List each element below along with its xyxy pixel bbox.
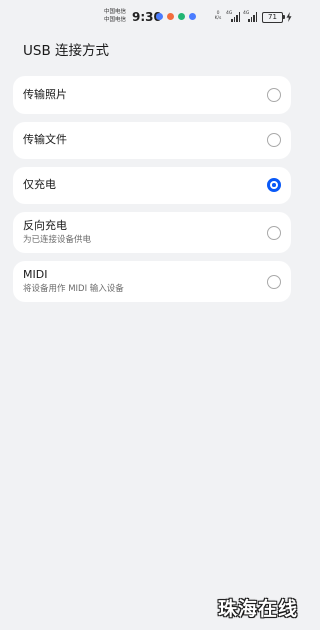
watermark-text: 珠海在线: [218, 598, 299, 620]
battery-level: 71: [268, 13, 277, 21]
option-title: 反向充电: [23, 219, 67, 232]
carrier-2: 中国电信: [104, 16, 127, 23]
option-charge-only[interactable]: 仅充电: [13, 167, 291, 204]
option-transfer-photos[interactable]: 传输照片: [13, 76, 291, 114]
option-title: 仅充电: [23, 178, 56, 191]
option-title: MIDI: [23, 268, 48, 281]
signal-type-label: 4G: [226, 11, 233, 16]
radio-button[interactable]: [267, 225, 281, 240]
signal-type-label: 4G: [243, 11, 250, 16]
network-speed: 0 K/s: [212, 11, 224, 21]
option-subtitle: 为已连接设备供电: [23, 235, 92, 245]
charging-icon: [286, 12, 292, 22]
radio-button[interactable]: [267, 178, 281, 192]
option-title: 传输照片: [23, 88, 67, 101]
status-bar: 中国电信 中国电信 9:30 0 K/s 4G 4G 71: [0, 0, 305, 34]
signal-strength-icon: 4G: [243, 11, 258, 22]
signal-strength-icon: 4G: [226, 11, 241, 22]
app-notification-icon: [167, 13, 174, 20]
battery-tip: [283, 15, 285, 19]
option-transfer-files[interactable]: 传输文件: [13, 122, 291, 159]
notification-icons: [156, 13, 196, 20]
option-midi[interactable]: MIDI 将设备用作 MIDI 输入设备: [13, 261, 291, 302]
radio-button[interactable]: [267, 274, 281, 289]
option-subtitle: 将设备用作 MIDI 输入设备: [23, 284, 124, 294]
app-notification-icon: [189, 13, 196, 20]
option-reverse-charging[interactable]: 反向充电 为已连接设备供电: [13, 212, 291, 253]
carrier-info: 中国电信 中国电信: [104, 9, 130, 25]
app-notification-icon: [178, 13, 185, 20]
option-title: 传输文件: [23, 133, 67, 146]
radio-button[interactable]: [267, 88, 281, 102]
app-notification-icon: [156, 13, 163, 20]
network-speed-unit: K/s: [214, 16, 222, 21]
page-title: USB 连接方式: [23, 43, 110, 59]
radio-button[interactable]: [267, 133, 281, 147]
carrier-1: 中国电信: [104, 9, 127, 15]
battery-icon: 71: [262, 12, 283, 23]
